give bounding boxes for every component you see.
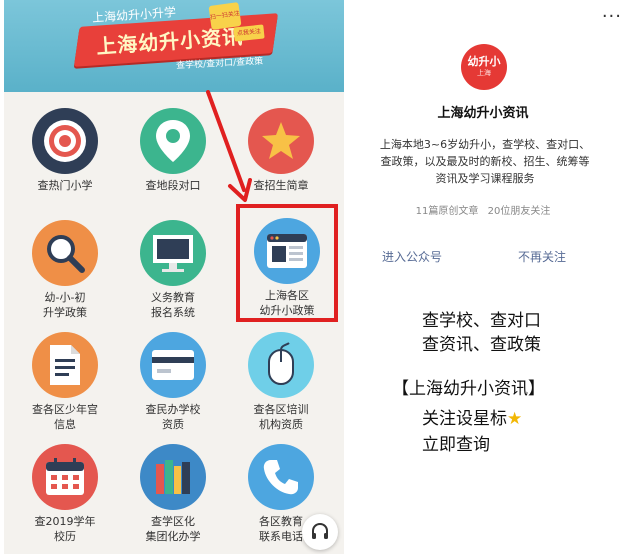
phone-icon xyxy=(248,444,314,510)
arrow-down-icon xyxy=(206,90,252,202)
headset-icon xyxy=(312,522,328,539)
account-logo: 幼升小 上海 xyxy=(461,44,507,90)
mouse-icon xyxy=(248,332,314,398)
calendar-icon xyxy=(32,444,98,510)
grid-label: 义务教育 报名系统 xyxy=(151,291,195,319)
grid-label: 幼-小-初 升学政策 xyxy=(43,291,87,319)
grid-item-cluster[interactable]: 查学区化 集团化办学 xyxy=(118,444,228,544)
grid-item-private[interactable]: 查民办学校 资质 xyxy=(118,332,228,432)
enter-account-button[interactable]: 进入公众号 xyxy=(382,248,442,265)
document-icon xyxy=(32,332,98,398)
grid-item-calendar[interactable]: 查2019学年 校历 xyxy=(10,444,120,544)
account-stats: 11篇原创文章 20位朋友关注 xyxy=(346,202,620,217)
star-icon: ★ xyxy=(507,409,523,429)
promo-line-4-text: 关注设星标 xyxy=(422,409,507,429)
headset-button[interactable] xyxy=(302,514,338,550)
target-icon xyxy=(32,108,98,174)
promo-line-2: 查资讯、查政策 xyxy=(422,335,541,355)
grid-label: 查2019学年 校历 xyxy=(34,515,96,543)
monitor-icon xyxy=(140,220,206,286)
grid-label: 查学区化 集团化办学 xyxy=(145,515,201,543)
mini-program-panel: 上海幼升小升学 上海幼升小资讯 查学校/查对口/查政策 扫一扫关注 点我关注 查… xyxy=(4,0,344,554)
grid-label: 查民办学校 资质 xyxy=(145,403,201,431)
card-icon xyxy=(140,332,206,398)
account-name: 上海幼升小资讯 xyxy=(437,106,529,121)
header-banner[interactable]: 上海幼升小升学 上海幼升小资讯 查学校/查对口/查政策 扫一扫关注 点我关注 xyxy=(4,0,344,92)
articles-count: 11篇原创文章 xyxy=(415,206,479,217)
promo-line-3: 【上海幼升小资讯】 xyxy=(392,379,545,399)
grid-item-compulsory[interactable]: 义务教育 报名系统 xyxy=(118,220,228,320)
account-profile-panel: ··· 幼升小 上海 上海幼升小资讯 上海本地3~6岁幼升小，查学校、查对口、查… xyxy=(346,0,640,554)
banner-sticker: 扫一扫关注 xyxy=(208,2,242,30)
magnifier-icon xyxy=(32,220,98,286)
grid-item-hot-school[interactable]: 查热门小学 xyxy=(10,108,120,193)
highlight-box xyxy=(236,204,338,322)
logo-sub-text: 上海 xyxy=(477,69,491,77)
grid-item-policy[interactable]: 幼-小-初 升学政策 xyxy=(10,220,120,320)
more-options-icon[interactable]: ··· xyxy=(602,6,622,27)
promo-line-5: 立即查询 xyxy=(422,435,490,455)
grid-label: 查各区培训 机构资质 xyxy=(253,403,309,431)
promo-line-1: 查学校、查对口 xyxy=(422,311,541,331)
books-icon xyxy=(140,444,206,510)
grid-label: 查各区少年宫 信息 xyxy=(32,403,98,431)
unfollow-button[interactable]: 不再关注 xyxy=(518,248,566,265)
logo-main-text: 幼升小 xyxy=(467,55,501,68)
grid-item-youth-palace[interactable]: 查各区少年宫 信息 xyxy=(10,332,120,432)
promo-line-4: 关注设星标★ xyxy=(422,404,522,429)
account-description: 上海本地3~6岁幼升小，查学校、查对口、查政策，以及最及时的新校、招生、统筹等资… xyxy=(379,138,591,185)
grid-label: 查热门小学 xyxy=(37,179,93,192)
grid-item-training[interactable]: 查各区培训 机构资质 xyxy=(226,332,336,432)
friends-count: 20位朋友关注 xyxy=(487,206,551,217)
location-pin-icon xyxy=(140,108,206,174)
